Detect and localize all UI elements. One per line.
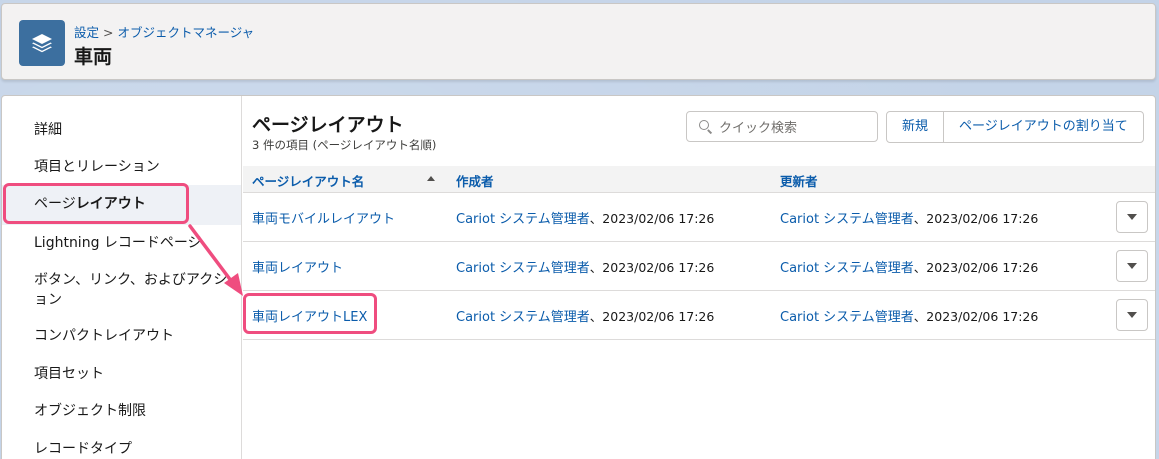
- layout-name-link[interactable]: 車両レイアウト: [252, 261, 343, 276]
- sidebar-item-object-limits[interactable]: オブジェクト制限: [2, 401, 241, 421]
- column-header-created-by[interactable]: 作成者: [456, 171, 494, 190]
- layout-name-link[interactable]: 車両モバイルレイアウト: [252, 212, 395, 227]
- created-date: 、2023/02/06 17:26: [589, 260, 715, 275]
- table-header: ページレイアウト名 作成者 更新者: [243, 166, 1155, 193]
- layers-icon: [19, 20, 65, 66]
- modified-date: 、2023/02/06 17:26: [913, 309, 1039, 324]
- created-by-link[interactable]: Cariot システム管理者: [456, 212, 590, 227]
- quick-search-input[interactable]: クイック検索: [686, 111, 878, 142]
- created-date: 、2023/02/06 17:26: [589, 309, 715, 324]
- sidebar-item-label-line1: ボタン、リンク、およびアクシ: [34, 272, 228, 288]
- sidebar-item-fields[interactable]: 項目とリレーション: [2, 157, 241, 177]
- column-header-modified-by[interactable]: 更新者: [780, 171, 818, 190]
- sidebar-item-field-sets[interactable]: 項目セット: [2, 364, 241, 384]
- new-button[interactable]: 新規: [887, 112, 943, 142]
- created-date: 、2023/02/06 17:26: [589, 211, 715, 226]
- action-button-group: 新規 ページレイアウトの割り当て: [886, 111, 1144, 143]
- table-row: 車両レイアウトLEX Cariot システム管理者、2023/02/06 17:…: [243, 291, 1155, 340]
- chevron-down-icon: [1127, 214, 1137, 220]
- sidebar-item-buttons-links-actions[interactable]: ボタン、リンク、およびアクシ ョン: [2, 270, 241, 310]
- modified-date: 、2023/02/06 17:26: [913, 260, 1039, 275]
- modified-by-link[interactable]: Cariot システム管理者: [780, 310, 914, 325]
- row-actions-dropdown[interactable]: [1116, 201, 1148, 233]
- sidebar-item-label-bold: レイアウト: [75, 196, 146, 212]
- modified-by-link[interactable]: Cariot システム管理者: [780, 261, 914, 276]
- row-actions-dropdown[interactable]: [1116, 299, 1148, 331]
- breadcrumb-separator: >: [103, 25, 114, 40]
- modified-by-link[interactable]: Cariot システム管理者: [780, 212, 914, 227]
- sidebar-item-page-layouts[interactable]: ページレイアウト: [2, 185, 241, 225]
- column-header-layout-name[interactable]: ページレイアウト名: [252, 171, 364, 190]
- created-by-cell: Cariot システム管理者、2023/02/06 17:26: [456, 208, 714, 227]
- list-subtitle: 3 件の項目 (ページレイアウト名順): [252, 138, 437, 152]
- breadcrumb: 設定 > オブジェクトマネージャ: [74, 22, 254, 41]
- sidebar-item-record-types[interactable]: レコードタイプ: [2, 439, 241, 459]
- page-title: 車両: [74, 46, 113, 68]
- sidebar-item-label: ページ: [34, 196, 76, 212]
- layout-name-cell: 車両モバイルレイアウト: [252, 208, 395, 227]
- modified-by-cell: Cariot システム管理者、2023/02/06 17:26: [780, 306, 1038, 325]
- breadcrumb-object-manager-link[interactable]: オブジェクトマネージャ: [118, 25, 255, 40]
- search-icon: [699, 119, 713, 134]
- page-layouts-content: ページレイアウト 3 件の項目 (ページレイアウト名順) クイック検索 新規 ペ…: [243, 96, 1155, 459]
- layout-name-link[interactable]: 車両レイアウトLEX: [252, 310, 367, 325]
- modified-by-cell: Cariot システム管理者、2023/02/06 17:26: [780, 257, 1038, 276]
- list-title: ページレイアウト: [252, 114, 404, 136]
- table-row: 車両モバイルレイアウト Cariot システム管理者、2023/02/06 17…: [243, 193, 1155, 242]
- table-row: 車両レイアウト Cariot システム管理者、2023/02/06 17:26 …: [243, 242, 1155, 291]
- created-by-cell: Cariot システム管理者、2023/02/06 17:26: [456, 306, 714, 325]
- assign-layouts-button[interactable]: ページレイアウトの割り当て: [943, 112, 1143, 142]
- sidebar-item-lightning-record-page[interactable]: Lightning レコードページ: [2, 233, 241, 253]
- sidebar-item-compact-layouts[interactable]: コンパクトレイアウト: [2, 326, 241, 346]
- created-by-cell: Cariot システム管理者、2023/02/06 17:26: [456, 257, 714, 276]
- chevron-down-icon: [1127, 312, 1137, 318]
- layout-name-cell: 車両レイアウトLEX: [252, 306, 367, 325]
- sidebar-item-label-line2: ョン: [34, 292, 62, 308]
- created-by-link[interactable]: Cariot システム管理者: [456, 261, 590, 276]
- object-header: 設定 > オブジェクトマネージャ 車両: [1, 3, 1156, 80]
- row-actions-dropdown[interactable]: [1116, 250, 1148, 282]
- modified-date: 、2023/02/06 17:26: [913, 211, 1039, 226]
- breadcrumb-setup-link[interactable]: 設定: [74, 25, 99, 40]
- sort-ascending-icon: [427, 176, 435, 181]
- sidebar: 詳細 項目とリレーション ページレイアウト Lightning レコードページ …: [2, 96, 242, 459]
- layout-name-cell: 車両レイアウト: [252, 257, 343, 276]
- main-panel: 詳細 項目とリレーション ページレイアウト Lightning レコードページ …: [1, 95, 1156, 459]
- modified-by-cell: Cariot システム管理者、2023/02/06 17:26: [780, 208, 1038, 227]
- search-placeholder: クイック検索: [719, 121, 798, 136]
- chevron-down-icon: [1127, 263, 1137, 269]
- created-by-link[interactable]: Cariot システム管理者: [456, 310, 590, 325]
- sidebar-item-details[interactable]: 詳細: [2, 120, 241, 140]
